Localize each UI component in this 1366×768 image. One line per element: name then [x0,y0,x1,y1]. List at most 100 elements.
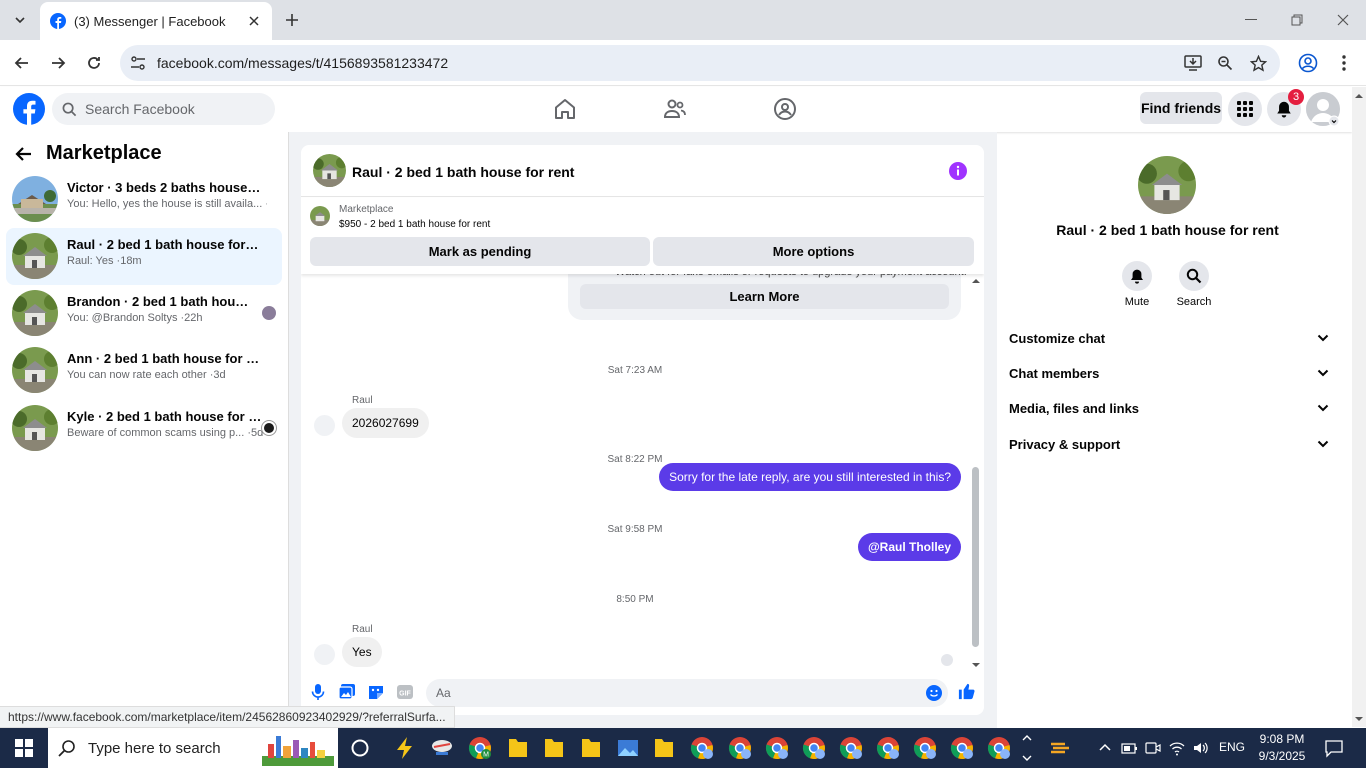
browser-menu-icon[interactable] [1331,50,1357,76]
new-tab-icon[interactable] [282,10,302,30]
tab-search-icon[interactable] [8,8,32,32]
mute-button[interactable]: Mute [1109,261,1165,308]
page-scrollbar[interactable] [1352,87,1366,727]
volume-icon[interactable] [1192,739,1210,757]
media-files-links-section[interactable]: Media, files and links [1009,394,1329,422]
lightning-app-icon[interactable] [393,736,417,760]
groups-icon[interactable] [773,97,797,121]
search-icon [1186,268,1202,284]
chrome-icon[interactable] [839,736,863,760]
search-in-chat-button[interactable]: Search [1166,261,1222,308]
clock-time: 9:08 PM [1259,732,1305,746]
tab-close-icon[interactable] [246,13,262,29]
info-icon[interactable] [949,162,967,180]
outgoing-message[interactable]: Sorry for the late reply, are you still … [659,463,961,491]
chrome-icon[interactable] [876,736,900,760]
reload-icon[interactable] [81,50,107,76]
restore-icon[interactable] [1274,0,1320,40]
search-icon [58,740,75,757]
notification-center-icon[interactable] [1324,738,1344,758]
account-avatar[interactable] [1306,92,1340,126]
photo-icon[interactable] [338,683,356,701]
chrome-icon[interactable] [690,736,714,760]
conversation-item[interactable]: Kyle · 2 bed 1 bath house for rent Bewar… [6,400,282,457]
chrome-icon[interactable] [913,736,937,760]
chrome-profile-icon[interactable]: M [468,736,492,760]
taskbar-search-input[interactable]: Type here to search [48,728,338,768]
forward-icon[interactable] [45,50,71,76]
details-thumbnail[interactable] [1138,156,1196,214]
chat-thumbnail[interactable] [313,154,346,187]
profile-icon[interactable] [1295,50,1321,76]
meet-now-icon[interactable] [1144,739,1162,757]
chevron-down-icon [1317,404,1329,412]
chrome-icon[interactable] [950,736,974,760]
find-friends-button[interactable]: Find friends [1140,92,1222,124]
chat-panel: Raul · 2 bed 1 bath house for rent Marke… [301,145,984,715]
install-app-icon[interactable] [1183,53,1203,73]
site-info-icon[interactable] [128,53,148,73]
browser-tab[interactable]: (3) Messenger | Facebook [40,2,272,40]
message-scrollbar[interactable] [969,274,983,672]
network-app-icon[interactable] [430,736,454,760]
back-icon[interactable] [9,50,35,76]
windows-start-icon[interactable] [0,728,48,768]
wifi-icon[interactable] [1168,739,1186,757]
facebook-search-input[interactable]: Search Facebook [52,93,275,125]
friends-icon[interactable] [663,97,687,121]
battery-icon[interactable] [1120,739,1138,757]
conversation-item[interactable]: Brandon · 2 bed 1 bath house fo... You: … [6,285,282,342]
scrollbar-thumb[interactable] [972,467,979,647]
conversation-item[interactable]: Ann · 2 bed 1 bath house for rent You ca… [6,342,282,399]
learn-more-button[interactable]: Learn More [580,284,949,309]
listing-price-title[interactable]: $950 - 2 bed 1 bath house for rent [339,219,490,230]
search-label: Search [1176,296,1212,308]
sticker-icon[interactable] [367,683,385,701]
chat-members-section[interactable]: Chat members [1009,359,1329,387]
chrome-icon[interactable] [802,736,826,760]
message-input[interactable]: Aa [426,679,948,707]
bookmark-star-icon[interactable] [1248,53,1268,73]
conversation-item[interactable]: Victor · 3 beds 2 baths house for r... Y… [6,171,282,228]
input-language[interactable]: ENG [1219,740,1245,754]
svg-text:GIF: GIF [399,691,411,698]
system-clock[interactable]: 9:08 PM 9/3/2025 [1256,731,1308,765]
chrome-icon[interactable] [728,736,752,760]
incoming-message[interactable]: Yes [342,637,382,667]
cortana-circle-icon[interactable] [348,736,372,760]
gif-icon[interactable]: GIF [396,683,414,701]
menu-grid-icon[interactable] [1228,92,1262,126]
back-arrow-icon[interactable] [14,144,34,164]
close-window-icon[interactable] [1320,0,1366,40]
listing-thumbnail[interactable] [310,206,330,226]
mute-label: Mute [1124,296,1150,308]
image-viewer-icon[interactable] [616,736,640,760]
zoom-icon[interactable] [1215,53,1235,73]
weather-icon[interactable] [1048,736,1072,760]
taskbar-scroll-icon[interactable] [1020,730,1034,766]
chrome-icon[interactable] [987,736,1011,760]
address-bar[interactable]: facebook.com/messages/t/4156893581233472 [120,45,1280,81]
more-options-button[interactable]: More options [653,237,974,266]
mark-as-pending-button[interactable]: Mark as pending [310,237,650,266]
conversation-name: Ann · 2 bed 1 bath house for rent [67,351,262,366]
emoji-icon[interactable] [926,685,942,701]
incoming-message[interactable]: 2026027699 [342,408,429,438]
privacy-support-section[interactable]: Privacy & support [1009,430,1329,458]
folder-icon[interactable] [652,736,676,760]
folder-icon[interactable] [579,736,603,760]
chrome-icon[interactable] [765,736,789,760]
outgoing-mention-message[interactable]: @Raul Tholley [857,533,961,561]
like-thumbs-up-icon[interactable] [957,682,976,701]
folder-icon[interactable] [506,736,530,760]
chat-title[interactable]: Raul · 2 bed 1 bath house for rent [352,164,574,180]
minimize-icon[interactable] [1228,0,1274,40]
home-icon[interactable] [553,97,577,121]
timestamp: 8:50 PM [616,594,654,605]
microphone-icon[interactable] [309,683,327,701]
customize-chat-section[interactable]: Customize chat [1009,324,1329,352]
tray-chevron-up-icon[interactable] [1096,739,1114,757]
facebook-logo-icon[interactable] [13,93,45,125]
conversation-item-active[interactable]: Raul · 2 bed 1 bath house for rent Raul:… [6,228,282,285]
folder-icon[interactable] [542,736,566,760]
